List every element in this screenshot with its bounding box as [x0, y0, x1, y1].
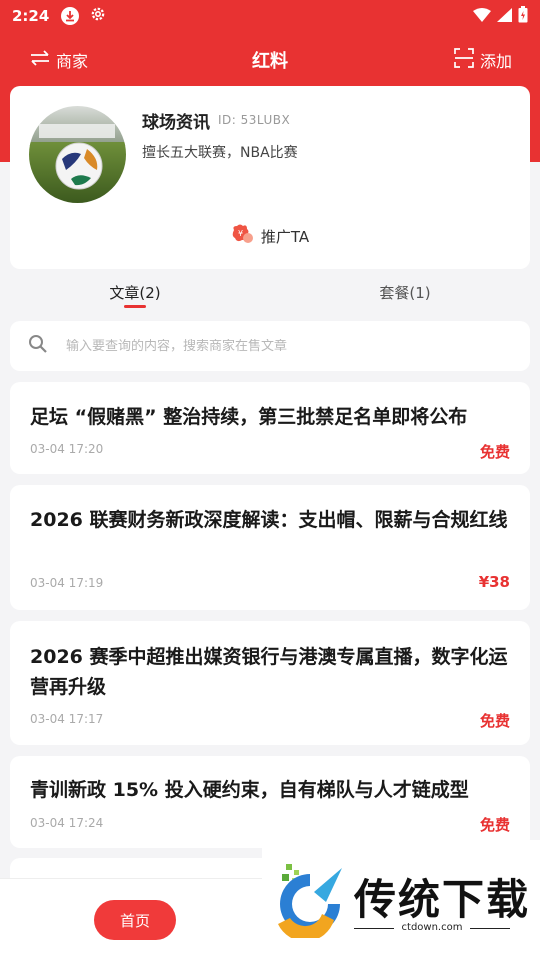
article-card[interactable]: 足坛 “假赌黑” 整治持续，第三批禁足名单即将公布 03-04 17:20 免费 — [10, 382, 530, 474]
avatar[interactable] — [29, 106, 126, 203]
article-card[interactable]: 2026 联赛财务新政深度解读：支出帽、限薪与合规红线 03-04 17:19 … — [10, 485, 530, 610]
site-watermark: 传统下载 ctdown.com — [262, 840, 540, 960]
merchant-id: ID: 53LUBX — [218, 113, 291, 127]
signal-icon — [497, 7, 512, 26]
settings-icon — [89, 5, 107, 27]
svg-text:¥: ¥ — [238, 229, 243, 238]
tab-articles[interactable]: 文章(2) — [90, 282, 180, 303]
merchant-description: 擅长五大联赛，NBA比赛 — [142, 145, 298, 161]
scan-icon — [454, 48, 474, 72]
article-price: 免费 — [479, 816, 510, 834]
article-time: 03-04 17:24 — [30, 816, 104, 830]
article-title: 2026 联赛财务新政深度解读：支出帽、限薪与合规红线 — [30, 509, 508, 531]
article-time: 03-04 17:17 — [30, 712, 104, 726]
swap-arrows-icon — [30, 50, 50, 70]
wifi-icon — [473, 7, 491, 26]
article-price: 免费 — [479, 443, 510, 461]
add-button[interactable]: 添加 — [454, 48, 512, 72]
watermark-logo-icon — [270, 862, 350, 942]
promote-button[interactable]: ¥ 推广TA — [10, 224, 530, 248]
search-bar — [10, 321, 530, 371]
content-tabs: 文章(2) 套餐(1) — [0, 282, 540, 312]
article-card[interactable]: 2026 赛季中超推出媒资银行与港澳专属直播，数字化运营再升级 03-04 17… — [10, 621, 530, 745]
article-title: 2026 赛季中超推出媒资银行与港澳专属直播，数字化运营再升级 — [30, 646, 508, 698]
article-time: 03-04 17:19 — [30, 576, 104, 590]
download-icon — [61, 7, 80, 25]
article-price: ¥38 — [478, 573, 510, 591]
red-envelope-icon: ¥ — [231, 224, 253, 248]
switch-merchant-label: 商家 — [56, 52, 89, 71]
watermark-divider — [470, 928, 510, 929]
battery-icon — [518, 5, 528, 27]
article-card[interactable]: 青训新政 15% 投入硬约束，自有梯队与人才链成型 03-04 17:24 免费 — [10, 756, 530, 848]
top-navbar: 商家 红料 添加 — [0, 38, 540, 82]
search-input[interactable] — [66, 338, 486, 354]
status-bar: 2:24 — [0, 0, 540, 32]
tab-packages[interactable]: 套餐(1) — [360, 282, 450, 303]
watermark-text: 传统下载 — [354, 875, 531, 924]
article-title: 青训新政 15% 投入硬约束，自有梯队与人才链成型 — [30, 779, 469, 801]
search-icon — [28, 334, 48, 358]
home-button[interactable]: 首页 — [94, 900, 176, 940]
merchant-name: 球场资讯 — [142, 113, 210, 133]
active-tab-indicator — [124, 305, 146, 308]
article-time: 03-04 17:20 — [30, 442, 104, 456]
promote-label: 推广TA — [260, 227, 310, 246]
merchant-profile-card: 球场资讯 ID: 53LUBX 擅长五大联赛，NBA比赛 ¥ 推广TA — [10, 86, 530, 269]
status-time: 2:24 — [12, 7, 50, 25]
add-label: 添加 — [479, 52, 512, 71]
article-title: 足坛 “假赌黑” 整治持续，第三批禁足名单即将公布 — [30, 406, 468, 428]
article-price: 免费 — [479, 712, 510, 730]
switch-merchant-button[interactable]: 商家 — [30, 48, 88, 72]
